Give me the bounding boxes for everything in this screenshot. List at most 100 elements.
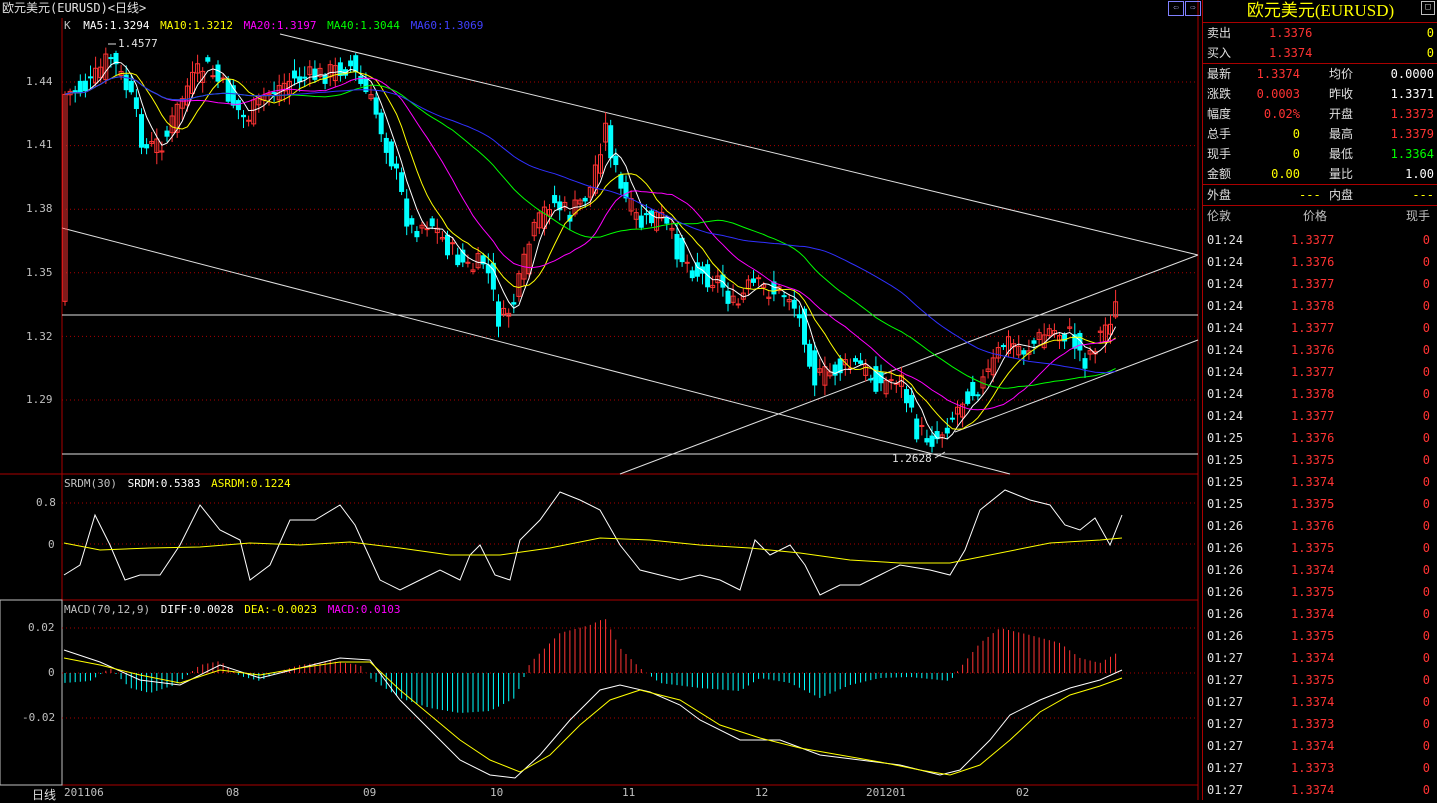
candle-body <box>292 70 297 79</box>
candle-body <box>246 119 252 122</box>
stat-label: 现手 <box>1207 147 1232 161</box>
tick-row: 01:24 1.3376 0 <box>1203 339 1437 361</box>
tick-price: 1.3374 <box>1291 651 1335 665</box>
bid-price: 1.3374 <box>1269 46 1313 60</box>
stat-label: 涨跌 <box>1207 87 1232 101</box>
candle-body <box>445 234 450 256</box>
quote-stat-row: 最新 1.3374 均价 0.0000 <box>1203 64 1437 84</box>
prev-period-button[interactable]: ⇦ <box>1168 1 1184 16</box>
candle-body <box>108 57 114 60</box>
candle-body <box>88 76 93 79</box>
candle-body <box>904 389 909 404</box>
tick-volume: 0 <box>1422 585 1430 599</box>
tick-price: 1.3375 <box>1291 585 1335 599</box>
ma20-line <box>64 76 1116 411</box>
trend-line <box>61 227 1011 475</box>
candle-body <box>511 302 517 305</box>
high-price-label: 1.4577 <box>118 37 158 50</box>
x-tick: 11 <box>622 786 636 799</box>
tick-row: 01:24 1.3377 0 <box>1203 361 1437 383</box>
candle-body <box>909 394 915 408</box>
tick-time: 01:24 <box>1207 387 1244 401</box>
tick-time: 01:26 <box>1207 585 1244 599</box>
candle-body <box>450 242 456 245</box>
candle-body <box>271 92 277 95</box>
candle-body <box>638 215 644 228</box>
tick-row: 01:25 1.3375 0 <box>1203 493 1437 515</box>
tick-price: 1.3377 <box>1291 277 1335 291</box>
tick-time: 01:24 <box>1207 277 1244 291</box>
chart-canvas[interactable] <box>0 0 1200 800</box>
candle-body <box>312 68 318 80</box>
stat-value: 1.3371 <box>1390 87 1434 101</box>
tick-row: 01:27 1.3374 0 <box>1203 647 1437 669</box>
candle-body <box>664 217 670 224</box>
candle-body <box>929 435 935 447</box>
tick-volume: 0 <box>1422 761 1430 775</box>
next-period-button[interactable]: ⇨ <box>1185 1 1201 16</box>
candle-body <box>205 57 211 62</box>
tick-row: 01:24 1.3377 0 <box>1203 273 1437 295</box>
ma10-line <box>64 71 1116 430</box>
stat-label: 总手 <box>1207 127 1232 141</box>
ma5-line <box>64 61 1117 440</box>
candle-body <box>888 379 894 382</box>
y-tick: 1.29 <box>26 393 53 406</box>
candle-body <box>613 155 619 166</box>
tick-row: 01:26 1.3374 0 <box>1203 559 1437 581</box>
tick-price: 1.3376 <box>1291 431 1335 445</box>
ma60-legend: MA60:1.3069 <box>410 19 484 32</box>
candle-body <box>378 112 384 135</box>
candle-body <box>1000 345 1006 348</box>
candle-body <box>128 80 134 93</box>
candle-body <box>919 424 925 427</box>
dea-value: DEA:-0.0023 <box>244 603 318 616</box>
tick-volume: 0 <box>1422 453 1430 467</box>
trend-line <box>619 254 1199 475</box>
tick-time: 01:27 <box>1207 717 1244 731</box>
candle-body <box>608 125 614 159</box>
srdm-name: SRDM(30) <box>64 477 117 490</box>
candle-body <box>924 438 930 443</box>
candle-body <box>490 262 496 290</box>
quote-stat-row: 涨跌 0.0003 昨收 1.3371 <box>1203 84 1437 104</box>
tick-price: 1.3377 <box>1291 321 1335 335</box>
candle-body <box>858 360 864 364</box>
stat-label: 最新 <box>1207 67 1232 81</box>
tick-price: 1.3375 <box>1291 673 1335 687</box>
tick-volume: 0 <box>1422 629 1430 643</box>
tick-price: 1.3378 <box>1291 299 1335 313</box>
tick-time: 01:26 <box>1207 519 1244 533</box>
quote-stat-row: 现手 0 最低 1.3364 <box>1203 144 1437 164</box>
stat-label: 昨收 <box>1329 87 1354 101</box>
period-label[interactable]: 日线 <box>32 786 56 803</box>
tick-row: 01:24 1.3377 0 <box>1203 405 1437 427</box>
ma5-legend: MA5:1.3294 <box>83 19 150 32</box>
srdm-line <box>63 489 1123 596</box>
tick-time: 01:26 <box>1207 541 1244 555</box>
tick-volume: 0 <box>1422 321 1430 335</box>
ask-price: 1.3376 <box>1269 26 1313 40</box>
stat-label: 量比 <box>1329 167 1354 181</box>
tick-row: 01:26 1.3376 0 <box>1203 515 1437 537</box>
tick-row: 01:27 1.3374 0 <box>1203 779 1437 801</box>
candle-body <box>735 303 741 306</box>
tick-row: 01:26 1.3375 0 <box>1203 625 1437 647</box>
tick-row: 01:26 1.3375 0 <box>1203 581 1437 603</box>
tick-volume: 0 <box>1422 497 1430 511</box>
bid-volume: 0 <box>1426 46 1434 60</box>
candle-body <box>373 97 379 115</box>
stat-value: 0.02% <box>1263 107 1300 121</box>
close-icon[interactable]: □ <box>1421 1 1435 15</box>
x-tick: 10 <box>490 786 504 799</box>
asrdm-value: ASRDM:0.1224 <box>211 477 291 490</box>
ma20-legend: MA20:1.3197 <box>243 19 317 32</box>
candle-body <box>144 144 150 149</box>
candle-body <box>297 76 303 83</box>
candle-body <box>358 75 364 84</box>
tick-price: 1.3378 <box>1291 387 1335 401</box>
diff-value: DIFF:0.0028 <box>160 603 234 616</box>
candle-body <box>807 343 813 367</box>
tick-volume: 0 <box>1422 233 1430 247</box>
quote-stat-row: 金额 0.00 量比 1.00 <box>1203 164 1437 184</box>
